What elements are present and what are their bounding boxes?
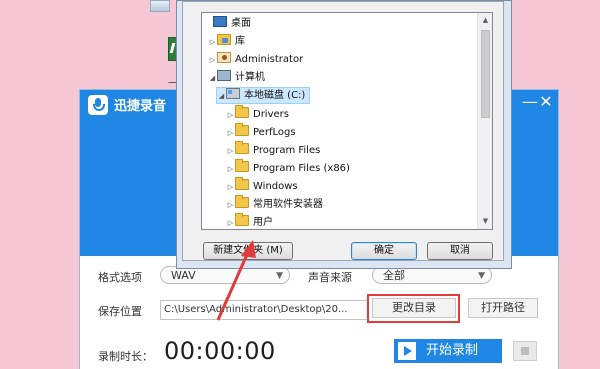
chevron-down-icon: ▼ (276, 271, 283, 281)
tree-item-label: PerfLogs (253, 127, 296, 138)
tree-item-label: Program Files (253, 145, 321, 156)
tree-item-label: 本地磁盘 (C:) (244, 90, 306, 101)
folder-icon (235, 213, 249, 226)
tree-item-windows[interactable]: ▷ Windows (226, 177, 298, 196)
folder-icon (235, 123, 249, 136)
tree-item-program-files-x86[interactable]: ▷ Program Files (x86) (226, 159, 350, 178)
tree-item-label: 常用软件安装器 (253, 199, 323, 210)
scroll-thumb[interactable] (481, 30, 490, 118)
expand-arrow-icon[interactable]: ▷ (226, 215, 235, 229)
computer-icon (217, 70, 231, 81)
new-folder-button[interactable]: 新建文件夹 (M) (203, 242, 293, 260)
tree-item-label: Program Files (x86) (253, 163, 350, 174)
open-path-button[interactable]: 打开路径 (468, 298, 538, 318)
minimize-button[interactable]: — (522, 90, 538, 114)
expand-arrow-icon[interactable]: ▷ (226, 197, 235, 214)
desktop-file-icon[interactable] (150, 0, 170, 12)
tree-item-perflogs[interactable]: ▷ PerfLogs (226, 123, 296, 142)
folder-icon (235, 195, 249, 208)
local-disk-icon (226, 88, 240, 99)
expand-arrow-icon[interactable]: ▷ (208, 34, 217, 51)
library-icon (217, 34, 231, 45)
save-location-label: 保存位置 (98, 305, 142, 318)
tree-item-label: Windows (253, 181, 298, 192)
tree-item-software-installer[interactable]: ▷ 常用软件安装器 (226, 195, 323, 214)
folder-tree[interactable]: 桌面 ▷ 库 ▷ Administrator ◢ 计算机 ◢ 本地磁盘 (C:) ▷ Dr… (201, 12, 493, 230)
expand-arrow-icon[interactable]: ▷ (226, 161, 235, 178)
expand-arrow-icon[interactable]: ▷ (226, 125, 235, 142)
folder-icon (235, 177, 249, 190)
scroll-down-arrow-icon[interactable]: ▼ (478, 214, 492, 229)
cancel-button[interactable]: 取消 (427, 242, 493, 260)
tree-item-computer[interactable]: ◢ 计算机 (208, 69, 265, 86)
tree-item-program-files[interactable]: ▷ Program Files (226, 141, 321, 160)
play-icon (398, 342, 416, 360)
tree-item-desktop[interactable]: 桌面 (204, 15, 251, 32)
folder-icon (235, 159, 249, 172)
close-button[interactable]: ✕ (538, 90, 554, 114)
source-label: 声音来源 (308, 271, 352, 284)
expand-arrow-icon[interactable]: ▷ (226, 143, 235, 160)
start-recording-button[interactable]: 开始录制 (394, 339, 502, 363)
folder-icon (235, 105, 249, 118)
tree-item-label: 用户 (253, 217, 273, 228)
expand-arrow-icon[interactable]: ▷ (208, 52, 217, 69)
expand-arrow-icon[interactable]: ▷ (226, 179, 235, 196)
folder-browser-dialog: 桌面 ▷ 库 ▷ Administrator ◢ 计算机 ◢ 本地磁盘 (C:) ▷ Dr… (176, 0, 512, 269)
collapse-arrow-icon[interactable]: ◢ (217, 89, 226, 104)
tree-scrollbar[interactable]: ▲ ▼ (477, 13, 492, 229)
record-time-label: 录制时长： (98, 350, 153, 363)
collapse-arrow-icon[interactable]: ◢ (208, 70, 217, 87)
format-value: WAV (171, 269, 196, 282)
start-recording-label: 开始录制 (426, 343, 479, 358)
folder-icon (235, 141, 249, 154)
tree-item-administrator[interactable]: ▷ Administrator (208, 51, 303, 68)
app-title: 迅捷录音 (114, 99, 167, 114)
highlight-box (367, 294, 460, 323)
ok-button[interactable]: 确定 (351, 242, 417, 260)
tree-item-users[interactable]: ▷ 用户 (226, 213, 273, 229)
format-label: 格式选项 (98, 271, 142, 284)
tree-item-library[interactable]: ▷ 库 (208, 33, 245, 50)
desktop-icon (213, 16, 227, 27)
dialog-body: 桌面 ▷ 库 ▷ Administrator ◢ 计算机 ◢ 本地磁盘 (C:) ▷ Dr… (182, 1, 504, 261)
scroll-up-arrow-icon[interactable]: ▲ (478, 13, 492, 28)
microphone-icon (88, 95, 108, 115)
tree-item-label: 库 (235, 36, 245, 47)
save-path-field[interactable]: C:\Users\Administrator\Desktop\20... (160, 300, 368, 320)
stop-button[interactable] (513, 341, 537, 361)
source-value: 全部 (383, 269, 405, 282)
tree-item-label: Drivers (253, 109, 289, 120)
expand-arrow-icon[interactable]: ▷ (226, 107, 235, 124)
tree-item-label: Administrator (235, 54, 304, 65)
tree-item-drivers[interactable]: ▷ Drivers (226, 105, 289, 124)
tree-item-label: 桌面 (231, 18, 251, 29)
record-timer: 00:00:00 (164, 337, 276, 365)
user-folder-icon (217, 52, 231, 63)
chevron-down-icon: ▼ (478, 271, 485, 281)
tree-item-local-disk-c[interactable]: ◢ 本地磁盘 (C:) (216, 87, 311, 104)
tree-item-label: 计算机 (235, 72, 265, 83)
